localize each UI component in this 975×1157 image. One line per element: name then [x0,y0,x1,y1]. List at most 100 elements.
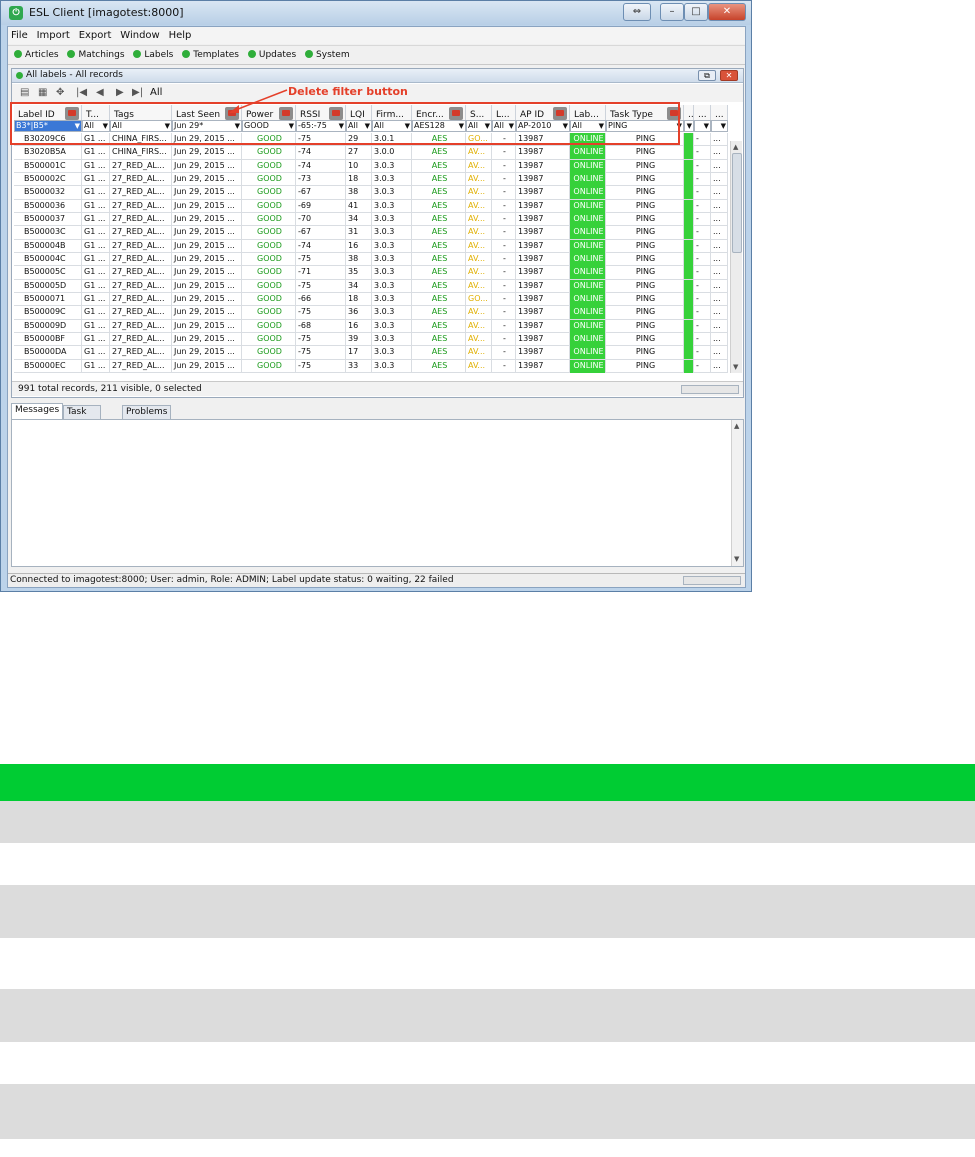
table-row[interactable]: B500005C G1 ... 27_RED_AL... Jun 29, 2015 .… [14,266,728,280]
table-row[interactable]: B500001C G1 ... 27_RED_AL... Jun 29, 2015 .… [14,159,728,173]
table-cell: 35 [346,266,372,280]
table-cell: G1 ... [82,172,110,186]
table-cell: 34 [346,212,372,226]
close-button[interactable]: ✕ [708,3,746,21]
table-row[interactable]: B500009C G1 ... 27_RED_AL... Jun 29, 2015 .… [14,306,728,320]
new-record-icon[interactable]: ▤ [20,87,29,98]
nav-updates[interactable]: Updates [247,46,296,65]
table-cell: ONLINE [570,279,606,293]
menu-file[interactable]: File [8,27,31,44]
table-row[interactable]: B500002C G1 ... 27_RED_AL... Jun 29, 2015 .… [14,172,728,187]
table-cell: 27_RED_AL... [110,186,172,200]
table-cell: B500005D [14,279,82,293]
minimize-button[interactable]: – [660,3,684,21]
table-cell: - [694,159,711,173]
table-row [0,938,975,989]
scroll-thumb[interactable] [732,153,742,253]
messages-area[interactable]: ▲ ▼ [11,419,744,567]
column-filter-dropdown[interactable]: ▼ [684,120,694,132]
table-row[interactable]: B500009D G1 ... 27_RED_AL... Jun 29, 2015 .… [14,319,728,333]
scroll-down-icon[interactable]: ▼ [734,555,739,563]
table-row[interactable]: B50000EC G1 ... 27_RED_AL... Jun 29, 2015 .… [14,359,728,373]
table-cell: Jun 29, 2015 ... [172,239,242,253]
table-cell: - [694,133,711,146]
title-bar[interactable]: ⏻ ESL Client [imagotest:8000] ⇔ – □ ✕ [1,1,751,25]
menu-import[interactable]: Import [34,27,73,44]
table-row[interactable]: B500004C G1 ... 27_RED_AL... Jun 29, 2015 .… [14,252,728,267]
scroll-up-icon[interactable]: ▲ [733,143,738,151]
vertical-scrollbar[interactable]: ▲ ▼ [730,141,742,373]
scroll-down-icon[interactable]: ▼ [733,363,738,371]
panel-close-button[interactable]: ✕ [720,70,738,81]
table-cell: Jun 29, 2015 ... [172,172,242,186]
table-row[interactable]: B50000DA G1 ... 27_RED_AL... Jun 29, 2015 .… [14,346,728,360]
table-cell: - [694,199,711,213]
nav-label: Matchings [78,50,125,60]
tab-messages[interactable]: Messages [11,403,64,419]
table-cell: - [694,346,711,360]
first-record-icon[interactable]: |◀ [76,87,87,98]
chevron-down-icon: ▼ [686,122,692,130]
table-cell: 3.0.3 [372,266,412,280]
table-row[interactable]: B3020B5A G1 ... CHINA_FIRS... Jun 29, 2015 … [14,146,728,160]
table-row[interactable]: B5000037 G1 ... 27_RED_AL... Jun 29, 2015 .… [14,212,728,227]
table-row[interactable]: B5000036 G1 ... 27_RED_AL... Jun 29, 2015 .… [14,199,728,213]
nav-templates[interactable]: Templates [182,46,239,65]
table-cell: - [492,146,516,160]
table-row[interactable]: B50000BF G1 ... 27_RED_AL... Jun 29, 2015 .… [14,332,728,347]
table-cell: AES [412,239,466,253]
next-record-icon[interactable]: ▶ [116,87,124,98]
column-filter-dropdown[interactable]: ▼ [711,120,728,132]
table-row[interactable]: B5000032 G1 ... 27_RED_AL... Jun 29, 2015 .… [14,186,728,200]
column-filter-dropdown[interactable]: ▼ [694,120,711,132]
menu-window[interactable]: Window [117,27,162,44]
menu-help[interactable]: Help [166,27,195,44]
table-cell: 3.0.3 [372,359,412,373]
window-title: ESL Client [imagotest:8000] [29,6,184,19]
table-cell [684,146,694,160]
scroll-up-icon[interactable]: ▲ [734,422,739,430]
table-cell: Jun 29, 2015 ... [172,346,242,360]
show-all-button[interactable]: All [150,87,162,98]
table-cell: 3.0.3 [372,212,412,226]
maximize-button[interactable]: □ [684,3,708,21]
tab-problems[interactable]: Problems (8) [122,405,172,430]
status-dot-icon [14,50,22,58]
table-row[interactable]: B500005D G1 ... 27_RED_AL... Jun 29, 2015 .… [14,279,728,293]
last-record-icon[interactable]: ▶| [132,87,143,98]
previous-record-icon[interactable]: ◀ [96,87,104,98]
table-cell: -75 [296,346,346,360]
table-cell: AES [412,252,466,266]
table-cell: ... [711,266,728,280]
menu-export[interactable]: Export [76,27,115,44]
table-cell: - [694,146,711,160]
horizontal-scrollbar[interactable] [681,385,739,394]
messages-scrollbar[interactable]: ▲ ▼ [731,420,743,566]
panel-restore-button[interactable]: ⧉ [698,70,716,81]
table-cell: 27_RED_AL... [110,346,172,360]
nav-articles[interactable]: Articles [14,46,59,65]
table-cell: PING [606,239,684,253]
nav-labels[interactable]: Labels [133,46,173,65]
tab-task-queue[interactable]: Task Queue [63,405,101,430]
delete-record-icon[interactable]: ▦ [38,87,47,98]
column-header[interactable]: ... ▼ [684,105,697,132]
nav-system[interactable]: System [305,46,350,65]
table-row[interactable]: B500003C G1 ... 27_RED_AL... Jun 29, 2015 .… [14,226,728,240]
nav-matchings[interactable]: Matchings [67,46,125,65]
table-cell: ... [711,226,728,240]
table-cell [684,226,694,240]
table-cell: -74 [296,146,346,160]
table-row[interactable]: B5000071 G1 ... 27_RED_AL... Jun 29, 2015 .… [14,292,728,307]
table-cell: -68 [296,319,346,333]
table-cell: 13987 [516,146,570,160]
column-header[interactable]: ... ▼ [694,105,711,132]
refresh-icon[interactable]: ✥ [56,87,64,98]
restore-side-icon[interactable]: ⇔ [623,3,651,21]
table-row [0,989,975,1042]
table-cell: - [694,252,711,266]
table-cell: ... [711,172,728,186]
table-cell: ... [711,359,728,373]
column-header[interactable]: ... ▼ [711,105,728,132]
table-row[interactable]: B500004B G1 ... 27_RED_AL... Jun 29, 2015 .… [14,239,728,253]
